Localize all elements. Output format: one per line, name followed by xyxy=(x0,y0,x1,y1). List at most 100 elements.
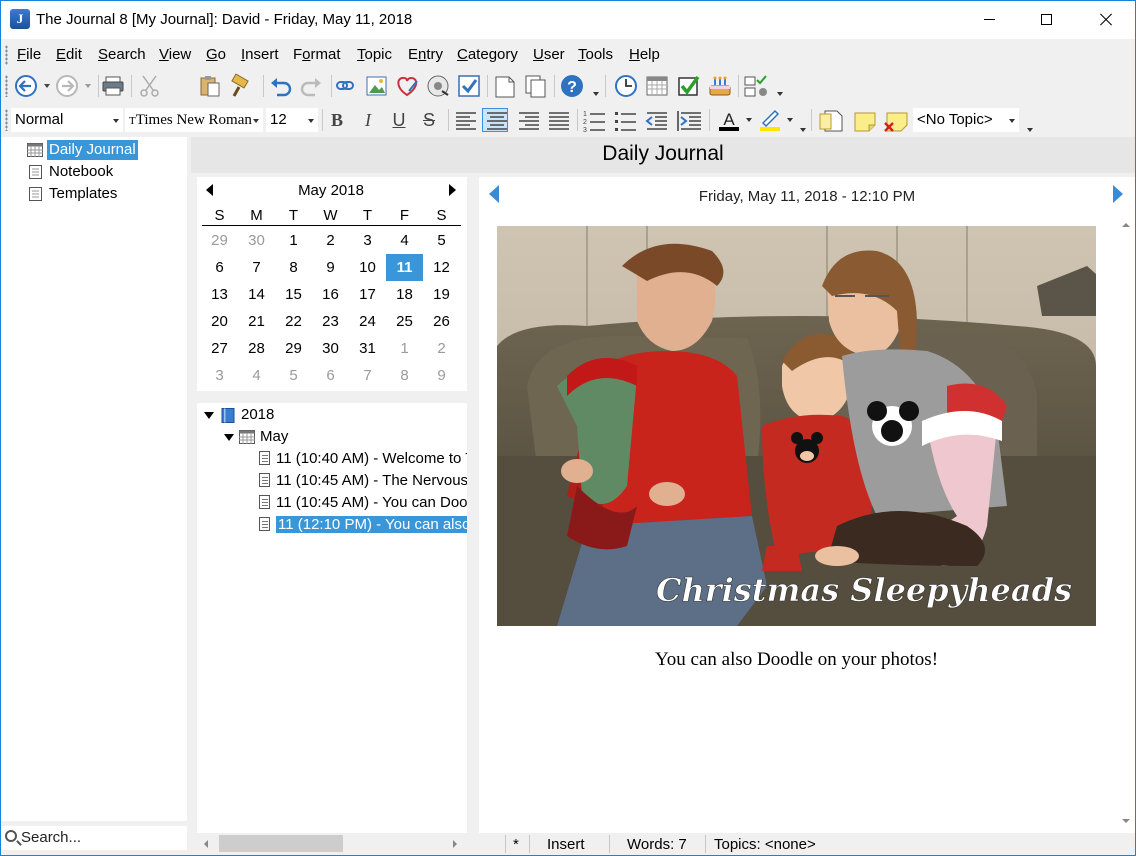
menu-entry[interactable]: Entry xyxy=(408,46,443,63)
redo-icon[interactable] xyxy=(300,78,321,97)
link-icon[interactable] xyxy=(336,81,354,90)
maximize-button[interactable] xyxy=(1018,1,1076,39)
scroll-right-icon[interactable] xyxy=(453,840,457,848)
print-icon[interactable] xyxy=(102,76,124,96)
sticky-note-icon[interactable] xyxy=(854,112,876,132)
copy-entry-icon[interactable] xyxy=(525,75,546,98)
calendar-day[interactable]: 9 xyxy=(312,254,349,281)
font-color-icon[interactable]: A xyxy=(719,110,752,131)
calendar-day[interactable]: 31 xyxy=(349,335,386,362)
menu-format[interactable]: Format xyxy=(293,46,341,63)
calendar-day[interactable]: 19 xyxy=(423,281,460,308)
forward-icon[interactable] xyxy=(56,75,91,97)
help-icon[interactable]: ? xyxy=(561,75,599,97)
format-toolbar-grip[interactable] xyxy=(5,109,8,131)
align-left-icon[interactable] xyxy=(456,112,476,130)
calendar-day[interactable]: 1 xyxy=(386,335,423,362)
entry-tree-scrollbar[interactable] xyxy=(197,833,467,855)
minimize-button[interactable] xyxy=(961,1,1019,39)
font-select[interactable]: TTimes New Roman xyxy=(125,108,263,132)
menu-user[interactable]: User xyxy=(533,46,565,63)
indent-icon[interactable] xyxy=(677,111,701,131)
calendar-day[interactable]: 8 xyxy=(275,254,312,281)
calendar-day[interactable]: 2 xyxy=(312,227,349,254)
expand-triangle-icon[interactable] xyxy=(204,412,214,419)
justify-icon[interactable] xyxy=(549,112,569,130)
entry-body-text[interactable]: You can also Doodle on your photos! xyxy=(497,649,1096,671)
menu-insert[interactable]: Insert xyxy=(241,46,279,63)
underline-button[interactable]: U xyxy=(386,108,412,132)
next-entry-button[interactable] xyxy=(1113,185,1123,203)
style-select[interactable]: Normal xyxy=(11,108,123,132)
audio-icon[interactable] xyxy=(427,75,449,97)
menu-help[interactable]: Help xyxy=(629,46,660,63)
menu-tools[interactable]: Tools xyxy=(578,46,613,63)
calendar-day[interactable]: 25 xyxy=(386,308,423,335)
calendar-icon[interactable] xyxy=(646,76,668,96)
strikethrough-button[interactable]: S xyxy=(416,108,442,132)
checkbox-icon[interactable] xyxy=(458,75,480,97)
calendar-day[interactable]: 30 xyxy=(238,227,275,254)
cake-icon[interactable] xyxy=(709,76,731,96)
menu-category[interactable]: Category xyxy=(457,46,518,63)
menu-topic[interactable]: Topic xyxy=(357,46,392,63)
calendar-day[interactable]: 28 xyxy=(238,335,275,362)
calendar-day[interactable]: 3 xyxy=(349,227,386,254)
scroll-left-icon[interactable] xyxy=(204,840,208,848)
prev-entry-button[interactable] xyxy=(489,185,499,203)
entry-list-item[interactable]: 11 (10:40 AM) - Welcome to The Journal 8 xyxy=(259,448,467,470)
calendar-day[interactable]: 17 xyxy=(349,281,386,308)
time-icon[interactable] xyxy=(615,75,637,97)
calendar-day[interactable]: 23 xyxy=(312,308,349,335)
calendar-day[interactable]: 1 xyxy=(275,227,312,254)
toolbar-overflow-icon[interactable] xyxy=(1027,128,1033,132)
delete-note-icon[interactable] xyxy=(884,112,908,132)
calendar-day[interactable]: 9 xyxy=(423,362,460,389)
calendar-day[interactable]: 14 xyxy=(238,281,275,308)
calendar-day[interactable]: 2 xyxy=(423,335,460,362)
calendar-day[interactable]: 13 xyxy=(201,281,238,308)
cut-icon[interactable] xyxy=(140,75,159,97)
entry-list-item[interactable]: 11 (12:10 PM) - You can also Doodle on y… xyxy=(259,514,467,536)
calendar-day[interactable]: 4 xyxy=(238,362,275,389)
scroll-up-icon[interactable] xyxy=(1122,223,1130,227)
menu-view[interactable]: View xyxy=(159,46,191,63)
calendar-day[interactable]: 15 xyxy=(275,281,312,308)
next-month-button[interactable] xyxy=(449,184,456,196)
calendar-day[interactable]: 6 xyxy=(201,254,238,281)
calendar-day[interactable]: 7 xyxy=(349,362,386,389)
calendar-day[interactable]: 4 xyxy=(386,227,423,254)
calendar-day[interactable]: 16 xyxy=(312,281,349,308)
entry-scrollbar[interactable] xyxy=(1117,213,1135,833)
calendar-day[interactable]: 18 xyxy=(386,281,423,308)
calendar-day[interactable]: 7 xyxy=(238,254,275,281)
calendar-day[interactable]: 6 xyxy=(312,362,349,389)
font-size-select[interactable]: 12 xyxy=(266,108,318,132)
italic-button[interactable]: I xyxy=(355,108,381,132)
outdent-icon[interactable] xyxy=(645,112,667,130)
scroll-down-icon[interactable] xyxy=(1122,819,1130,823)
calendar-day[interactable]: 22 xyxy=(275,308,312,335)
back-icon[interactable] xyxy=(15,75,50,97)
entry-photo[interactable]: Christmas Sleepyheads xyxy=(497,226,1096,626)
menu-go[interactable]: Go xyxy=(206,46,226,63)
search-input[interactable]: Search... xyxy=(1,826,187,850)
new-note-icon[interactable] xyxy=(819,110,843,132)
align-right-icon[interactable] xyxy=(519,112,539,130)
bullet-list-icon[interactable] xyxy=(615,112,636,131)
customize-icon[interactable] xyxy=(744,75,783,97)
highlight-icon[interactable] xyxy=(760,109,806,132)
menu-search[interactable]: Search xyxy=(98,46,146,63)
calendar-day[interactable]: 21 xyxy=(238,308,275,335)
calendar-day[interactable]: 12 xyxy=(423,254,460,281)
calendar-day[interactable]: 29 xyxy=(201,227,238,254)
calendar-day[interactable]: 5 xyxy=(423,227,460,254)
insert-mode[interactable]: Insert xyxy=(547,836,585,853)
numbered-list-icon[interactable]: 1 2 3 xyxy=(583,111,605,134)
calendar-day[interactable]: 11 xyxy=(386,254,423,281)
checkmark-icon[interactable] xyxy=(678,75,700,96)
calendar-day[interactable]: 24 xyxy=(349,308,386,335)
calendar-day[interactable]: 5 xyxy=(275,362,312,389)
menu-grip[interactable] xyxy=(5,45,8,65)
insert-picture-icon[interactable] xyxy=(366,76,387,96)
